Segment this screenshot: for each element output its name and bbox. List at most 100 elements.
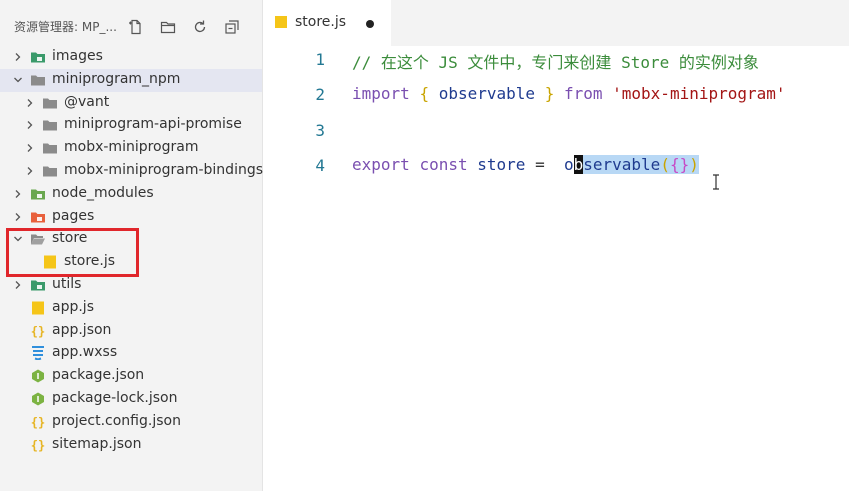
tree-item-package-lock-json[interactable]: package-lock.json [0, 388, 262, 411]
tree-item-sitemap-json[interactable]: {} sitemap.json [0, 434, 262, 457]
new-file-icon[interactable] [124, 16, 148, 38]
tree-item-miniprogram-api-promise[interactable]: miniprogram-api-promise [0, 114, 262, 137]
unsaved-dot-icon[interactable] [366, 20, 374, 28]
tree-item-mobx-miniprogram-bindings[interactable]: mobx-miniprogram-bindings [0, 160, 264, 183]
tree-item-label: utils [52, 275, 82, 292]
svg-text:{}: {} [31, 438, 45, 452]
folder-icon [42, 164, 58, 178]
tree-item-pages[interactable]: pages [0, 206, 262, 229]
tree-item-vant[interactable]: @vant [0, 92, 262, 115]
tree-item-label: mobx-miniprogram-bindings [64, 161, 264, 178]
brace-close: } [544, 84, 555, 104]
tree-item-package-json[interactable]: package.json [0, 365, 262, 388]
tree-item-label: sitemap.json [52, 435, 142, 452]
chevron-right-icon[interactable] [25, 98, 35, 108]
brace-open: { [419, 84, 430, 104]
tree-item-app-wxss[interactable]: app.wxss [0, 342, 262, 365]
variable-name: store [477, 154, 526, 174]
tree-item-label: @vant [64, 93, 110, 110]
js-file-icon [275, 16, 287, 28]
chevron-down-icon[interactable] [13, 75, 23, 85]
folder-pages-icon [30, 210, 46, 224]
mouse-ibeam-icon [713, 174, 719, 190]
highlight-box [6, 228, 139, 277]
tree-item-app-js[interactable]: app.js [0, 297, 262, 320]
tree-item-app-json[interactable]: {} app.json [0, 320, 262, 343]
import-name: observable [438, 84, 536, 104]
code-text: // 在这个 JS 文件中，专门来创建 Store 的实例对象 [352, 49, 759, 73]
code-text: export const store = observable({}) [352, 154, 699, 174]
tree-item-label: miniprogram_npm [52, 70, 181, 87]
paren-open: ( [660, 154, 670, 174]
svg-text:{}: {} [31, 415, 45, 429]
line-number: 3 [315, 120, 325, 140]
refresh-icon[interactable] [188, 16, 212, 38]
css-file-icon [30, 346, 46, 361]
folder-icon [42, 141, 58, 155]
chevron-right-icon[interactable] [13, 212, 23, 222]
folder-utils-icon [30, 278, 46, 292]
npm-file-icon [30, 369, 46, 383]
tree-item-node-modules[interactable]: node_modules [0, 183, 262, 206]
collapse-all-icon[interactable] [220, 16, 244, 38]
comment: // 在这个 JS 文件中，专门来创建 Store 的实例对象 [352, 53, 759, 72]
selection: servable({}) [583, 154, 699, 174]
keyword-from: from [563, 84, 603, 104]
tab-label: store.js [295, 14, 347, 30]
tree-item-label: package.json [52, 367, 145, 384]
keyword-import: import [352, 84, 410, 104]
call-prefix: o [563, 154, 574, 174]
chevron-right-icon[interactable] [25, 120, 35, 130]
folder-node-icon [30, 187, 46, 201]
tree-item-label: node_modules [52, 184, 154, 201]
npm-file-icon [30, 392, 46, 406]
keyword-const: const [419, 154, 468, 174]
js-file-icon [30, 301, 46, 315]
text-cursor: b [573, 154, 584, 174]
tree-item-label: miniprogram-api-promise [64, 116, 242, 133]
operator: = [535, 154, 545, 174]
json-file-icon: {} [30, 415, 46, 429]
module-string: 'mobx-miniprogram' [612, 84, 786, 104]
chevron-right-icon[interactable] [25, 143, 35, 153]
explorer-header: 资源管理器: MP_... [0, 0, 262, 46]
tab-store-js[interactable]: store.js [263, 0, 391, 46]
editor-area: store.js 1 // 在这个 JS 文件中，专门来创建 Store 的实例… [263, 0, 849, 491]
json-file-icon: {} [30, 324, 46, 338]
tab-bar: store.js [263, 0, 849, 46]
tree-item-label: mobx-miniprogram [64, 139, 199, 156]
code-line: 1 // 在这个 JS 文件中，专门来创建 Store 的实例对象 [263, 46, 849, 81]
chevron-right-icon[interactable] [13, 280, 23, 290]
line-number: 1 [315, 50, 325, 69]
json-file-icon: {} [30, 438, 46, 452]
svg-text:{}: {} [31, 324, 45, 338]
tree-item-label: images [52, 48, 103, 64]
tree-item-project-config-json[interactable]: {} project.config.json [0, 411, 262, 434]
code-editor[interactable]: 1 // 在这个 JS 文件中，专门来创建 Store 的实例对象 2 impo… [263, 46, 849, 187]
tree-item-label: app.js [52, 298, 94, 315]
paren-close: ) [689, 154, 699, 174]
tree-item-label: project.config.json [52, 412, 181, 429]
code-line: 4 export const store = observable({}) [263, 152, 849, 187]
line-number: 2 [315, 85, 325, 105]
tree-item-label: package-lock.json [52, 389, 178, 406]
code-line: 3 [263, 117, 849, 152]
chevron-right-icon[interactable] [25, 166, 35, 176]
new-folder-icon[interactable] [156, 16, 180, 38]
tree-item-mobx-miniprogram[interactable]: mobx-miniprogram [0, 137, 262, 160]
tree-item-label: pages [52, 207, 95, 224]
explorer-actions [124, 16, 252, 38]
keyword-export: export [352, 154, 410, 174]
chevron-right-icon[interactable] [13, 189, 23, 199]
call-rest: servable [583, 154, 661, 174]
code-line: 2 import { observable } from 'mobx-minip… [263, 81, 849, 116]
tree-item-label: app.wxss [52, 344, 118, 361]
tree-item-images[interactable]: images [0, 46, 262, 69]
folder-images-icon [30, 50, 46, 64]
tree-item-utils[interactable]: utils [0, 274, 262, 297]
explorer-sidebar: 资源管理器: MP_... images miniprogram_npm @vant… [0, 0, 263, 491]
explorer-title: 资源管理器: MP_... [14, 20, 117, 34]
chevron-right-icon[interactable] [13, 52, 23, 62]
tree-item-miniprogram-npm[interactable]: miniprogram_npm [0, 68, 262, 92]
folder-icon [30, 73, 46, 87]
